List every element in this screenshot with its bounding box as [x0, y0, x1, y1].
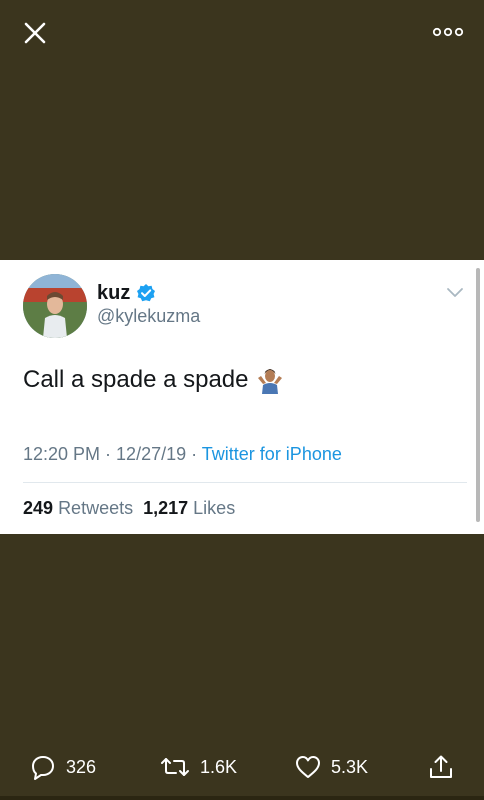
tweet-text: Call a spade a spade	[23, 366, 283, 394]
more-options-icon	[432, 27, 464, 37]
retweet-icon	[161, 758, 189, 776]
top-bar	[0, 0, 484, 70]
retweets-count: 249	[23, 498, 54, 518]
person-shrugging-emoji-icon	[257, 369, 282, 394]
reply-icon	[32, 756, 54, 780]
close-button[interactable]	[22, 20, 48, 46]
tweet-source-link[interactable]: Twitter for iPhone	[202, 444, 342, 464]
like-button[interactable]: 5.3K	[295, 745, 368, 789]
meta-separator: ·	[100, 444, 117, 464]
tweet-options-button[interactable]	[445, 286, 465, 300]
like-count: 5.3K	[331, 756, 369, 777]
reply-button[interactable]: 326	[30, 745, 96, 789]
heart-icon	[296, 756, 320, 778]
tweet-stats: 249 Retweets 1,217 Likes	[23, 498, 235, 519]
author-handle[interactable]: @kylekuzma	[97, 306, 200, 327]
retweets-label: Retweets	[58, 498, 134, 518]
likes-stat[interactable]: 1,217 Likes	[143, 498, 235, 518]
action-bar: 326 1.6K 5.3K	[0, 745, 484, 795]
tweet-metadata: 12:20 PM · 12/27/19 · Twitter for iPhone	[23, 444, 342, 465]
author-name-row: kuz	[97, 280, 156, 306]
share-button[interactable]	[428, 745, 464, 789]
tweet-date: 12/27/19	[116, 444, 187, 464]
avatar[interactable]	[23, 274, 87, 338]
tweet-card: kuz @kylekuzma Call a spade a spade 12:2…	[0, 260, 484, 534]
tweet-body: Call a spade a spade	[23, 366, 249, 393]
divider	[23, 482, 467, 483]
retweet-count: 1.6K	[200, 756, 238, 777]
avatar-image	[23, 274, 87, 338]
likes-count: 1,217	[143, 498, 189, 518]
more-options-button[interactable]	[432, 24, 464, 40]
likes-label: Likes	[193, 498, 236, 518]
close-icon	[24, 22, 46, 44]
tweet-time: 12:20 PM	[23, 444, 101, 464]
display-name[interactable]: kuz	[97, 282, 130, 305]
scrollbar[interactable]	[476, 268, 480, 522]
bottom-edge	[0, 796, 484, 800]
retweet-button[interactable]: 1.6K	[160, 745, 237, 789]
meta-separator: ·	[186, 444, 202, 464]
chevron-down-icon	[447, 288, 463, 297]
reply-count: 326	[66, 756, 97, 777]
share-icon	[430, 755, 452, 778]
verified-badge-icon	[137, 284, 156, 302]
retweets-stat[interactable]: 249 Retweets	[23, 498, 133, 518]
